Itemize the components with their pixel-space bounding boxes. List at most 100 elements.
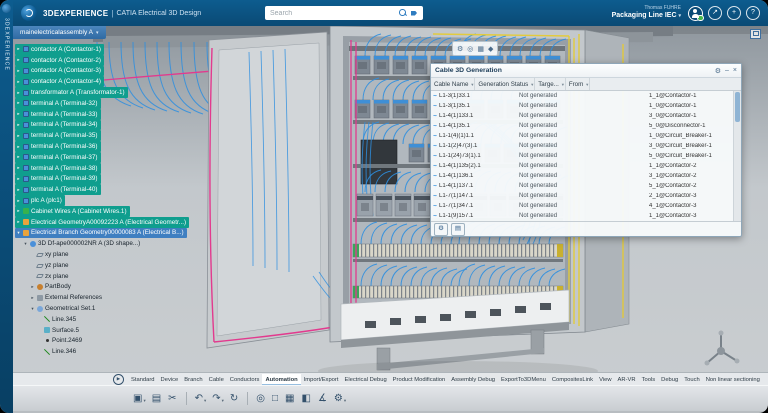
L1-4(1)133.1[interactable]: ~ L1-4(1)133.1 Not generated 3_0@Contact…: [431, 111, 741, 121]
tree-expander[interactable]: ▸: [16, 100, 21, 106]
ribbon-tab[interactable]: Assembly Debug: [448, 374, 498, 386]
tree-expander[interactable]: ▸: [16, 46, 21, 52]
workspace-selector[interactable]: Packaging Line IEC ▾: [612, 12, 681, 20]
tree-expander[interactable]: ▸: [16, 144, 21, 150]
tree-expander[interactable]: ▸: [30, 295, 35, 301]
gear-icon[interactable]: ⚙: [715, 67, 721, 75]
tree-item[interactable]: Line.345: [36, 314, 79, 325]
ribbon-tab[interactable]: Debug: [658, 374, 681, 386]
frame-icon[interactable]: □: [272, 394, 279, 404]
ribbon-tab[interactable]: View: [596, 374, 614, 386]
L1-4(1)35.1[interactable]: ~ L1-4(1)35.1 Not generated 5_0@Disconne…: [431, 121, 741, 131]
tag-icon[interactable]: [411, 10, 418, 17]
column-header[interactable]: Generation Status ▼: [475, 78, 535, 90]
tree-item[interactable]: ▸ terminal A (Terminal-36): [15, 141, 101, 152]
ribbon-tab[interactable]: Automation: [262, 374, 300, 386]
tree-item[interactable]: ▾ 3D Df-ape000002NR A (3D shape...): [22, 238, 143, 249]
L1-4(1)137.1[interactable]: ~ L1-4(1)137.1 Not generated 5_1@Contact…: [431, 181, 741, 191]
tree-item[interactable]: ▸ contactor A (Contactor-3): [15, 66, 104, 77]
ribbon-tab[interactable]: Conductors: [227, 374, 263, 386]
tree-expander[interactable]: ▸: [16, 68, 21, 74]
user-block[interactable]: Thomas FUHRE Packaging Line IEC ▾: [612, 6, 681, 19]
grid-icon[interactable]: ▦: [477, 45, 484, 53]
document-tab[interactable]: mainelectricalassembly A ▾: [13, 26, 106, 39]
paste-icon[interactable]: ▣ ▾: [133, 394, 146, 404]
column-header[interactable]: Cable Name ▼: [431, 78, 475, 90]
tree-expander[interactable]: ▸: [16, 90, 21, 96]
filter-icon[interactable]: ▼: [530, 82, 534, 87]
minimize-icon[interactable]: –: [725, 67, 729, 75]
panel-title-bar[interactable]: Cable 3D Generation ⚙–×: [431, 64, 741, 78]
cut-icon[interactable]: ✂: [168, 394, 177, 404]
ribbon-tab[interactable]: ExportTo3DMenu: [498, 374, 549, 386]
target-icon[interactable]: ◎: [467, 45, 473, 53]
view-compass-triad[interactable]: [698, 326, 744, 372]
tree-expander[interactable]: ▸: [16, 111, 21, 117]
L1-7(1)347.1[interactable]: ~ L1-7(1)347.1 Not generated 4_1@Contact…: [431, 201, 741, 211]
help-icon[interactable]: ?: [746, 6, 760, 20]
scrollbar-thumb[interactable]: [735, 92, 740, 122]
tree-item[interactable]: ▸ terminal A (Terminal-32): [15, 98, 101, 109]
tree-expander[interactable]: ▸: [16, 79, 21, 85]
ribbon-tab[interactable]: CompositesLink: [549, 374, 596, 386]
add-icon[interactable]: +: [727, 6, 741, 20]
tree-item[interactable]: ▾ Geometrical Set.1: [29, 303, 98, 314]
grid-icon[interactable]: ▦: [285, 394, 295, 404]
L1-4(1)136.1[interactable]: ~ L1-4(1)136.1 Not generated 3_1@Contact…: [431, 171, 741, 181]
generate-cables-button[interactable]: ⚙: [434, 223, 448, 236]
tree-item[interactable]: xy plane: [29, 249, 71, 260]
L1-3(1)33.1[interactable]: ~ L1-3(1)33.1 Not generated 1_1@Contacto…: [431, 91, 741, 101]
L1-7(1)147.1[interactable]: ~ L1-7(1)147.1 Not generated 2_1@Contact…: [431, 191, 741, 201]
tree-expander[interactable]: ▸: [16, 122, 21, 128]
ribbon-tab[interactable]: Standard: [128, 374, 158, 386]
tree-item[interactable]: ▸ terminal A (Terminal-35): [15, 130, 101, 141]
tree-item[interactable]: ▸ terminal A (Terminal-33): [15, 109, 101, 120]
ribbon-tab[interactable]: Non linear sectioning: [703, 374, 763, 386]
tree-expander[interactable]: ▸: [16, 187, 21, 193]
L1-1(24)73(1).1[interactable]: ~ L1-1(24)73(1).1 Not generated 5_0@Circ…: [431, 151, 741, 161]
ribbon-tab[interactable]: Device: [158, 374, 182, 386]
tree-item[interactable]: ▸ External References: [29, 292, 105, 303]
filter-icon[interactable]: ▼: [470, 82, 474, 87]
tree-item[interactable]: ▸ PartBody: [29, 282, 74, 293]
global-search[interactable]: [265, 6, 423, 20]
ribbon-tab[interactable]: AR-VR: [615, 374, 639, 386]
tree-expander[interactable]: ▾: [16, 230, 21, 236]
pin-icon[interactable]: ◆: [488, 45, 493, 53]
L1-1(9)157.1[interactable]: ~ L1-1(9)157.1 Not generated 1_1@Contact…: [431, 211, 741, 221]
tree-item[interactable]: ▸ Cabinet Wires A (Cabinet Wires.1): [15, 206, 130, 217]
L1-3(1)35.1[interactable]: ~ L1-3(1)35.1 Not generated 1_0@Contacto…: [431, 101, 741, 111]
tree-expander[interactable]: ▸: [16, 133, 21, 139]
tree-item[interactable]: Surface.5: [36, 325, 82, 336]
ribbon-tab[interactable]: Branch: [181, 374, 205, 386]
tree-expander[interactable]: ▸: [16, 198, 21, 204]
update-icon[interactable]: ↻: [230, 394, 239, 404]
tree-expander[interactable]: ▸: [30, 284, 35, 290]
L1-1(4)(1)1.1[interactable]: ~ L1-1(4)(1)1.1 Not generated 1_0@Circui…: [431, 131, 741, 141]
tree-expander[interactable]: ▸: [16, 165, 21, 171]
ribbon-tab[interactable]: Electrical Debug: [341, 374, 389, 386]
tree-item[interactable]: ▸ Electrical GeometryA00092223 A (Electr…: [15, 217, 189, 228]
view-fit-icon[interactable]: ◎: [256, 394, 266, 404]
vr-compass-icon[interactable]: ▶: [113, 374, 124, 385]
column-header[interactable]: Targe... ▼: [535, 78, 566, 90]
L1-4(1)135(2).1[interactable]: ~ L1-4(1)135(2).1 Not generated 1_1@Cont…: [431, 161, 741, 171]
tree-item[interactable]: yz plane: [29, 260, 71, 271]
filter-icon[interactable]: ▼: [561, 82, 565, 87]
restore-panel-icon[interactable]: [750, 29, 761, 39]
separator[interactable]: [186, 392, 187, 405]
ribbon-tab[interactable]: Tools: [639, 374, 659, 386]
undo-icon[interactable]: ↶ ▾: [195, 394, 207, 404]
ribbon-tab[interactable]: Product Modification: [390, 374, 449, 386]
tree-item[interactable]: ▸ contactor A (Contactor-1): [15, 44, 104, 55]
tree-expander[interactable]: ▾: [30, 306, 35, 312]
tree-expander[interactable]: ▾: [23, 241, 28, 247]
tree-item[interactable]: ▸ terminal A (Terminal-38): [15, 163, 101, 174]
tree-item[interactable]: ▸ terminal A (Terminal-34): [15, 120, 101, 131]
tree-item[interactable]: ▸ terminal A (Terminal-40): [15, 184, 101, 195]
close-icon[interactable]: ×: [733, 67, 737, 75]
tree-item[interactable]: zx plane: [29, 271, 71, 282]
settings-gear-icon[interactable]: ⚙ ▾: [334, 394, 346, 404]
measure-icon[interactable]: ∡: [318, 394, 328, 404]
ribbon-tab[interactable]: Touch: [681, 374, 702, 386]
